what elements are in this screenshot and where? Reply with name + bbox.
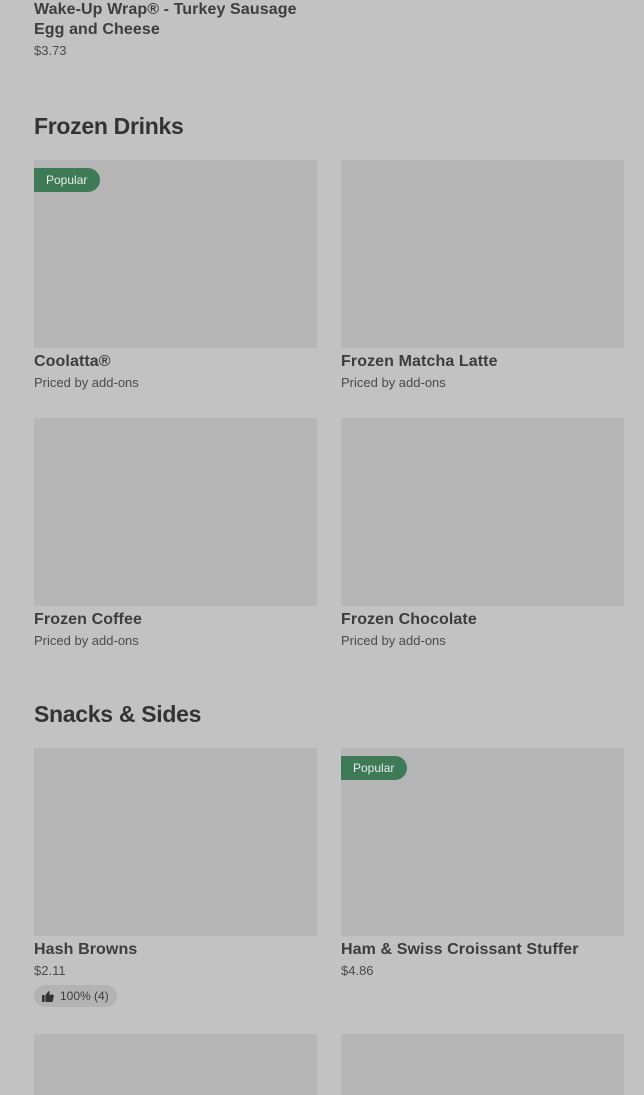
section-title-snacks-sides: Snacks & Sides xyxy=(34,701,202,727)
item-price: Priced by add-ons xyxy=(34,633,139,648)
rating-pill: 100% (4) xyxy=(34,985,117,1007)
item-image: Popular xyxy=(34,160,317,348)
item-price: $3.73 xyxy=(34,43,67,58)
item-price: $2.11 xyxy=(34,963,66,978)
menu-page: Wake-Up Wrap® - Turkey Sausage Egg and C… xyxy=(0,0,644,1095)
popular-badge: Popular xyxy=(341,756,408,780)
menu-item-card[interactable]: Popular Ham & Swiss Croissant Stuffer $4… xyxy=(341,748,624,979)
item-image xyxy=(341,160,624,348)
item-price: $4.86 xyxy=(341,963,374,978)
item-name: Frozen Matcha Latte xyxy=(341,353,498,370)
item-name: Wake-Up Wrap® - Turkey Sausage Egg and C… xyxy=(34,1,297,38)
item-name: Coolatta® xyxy=(34,353,111,370)
item-image xyxy=(341,418,624,606)
rating-text: 100% (4) xyxy=(60,989,109,1003)
thumbs-up-icon xyxy=(42,990,54,1002)
item-image xyxy=(341,1034,624,1095)
menu-item-card[interactable]: Frozen Chocolate Priced by add-ons xyxy=(341,418,624,649)
menu-item-card[interactable] xyxy=(34,1034,317,1095)
menu-item-card[interactable]: Wake-Up Wrap® - Turkey Sausage Egg and C… xyxy=(34,0,324,59)
section-title-frozen-drinks: Frozen Drinks xyxy=(34,113,184,139)
item-name: Frozen Chocolate xyxy=(341,611,477,628)
menu-item-card[interactable]: Hash Browns $2.11 100% (4) xyxy=(34,748,317,1007)
menu-item-card[interactable]: Popular Coolatta® Priced by add-ons xyxy=(34,160,317,391)
item-price: Priced by add-ons xyxy=(341,633,446,648)
item-image xyxy=(34,418,317,606)
item-price: Priced by add-ons xyxy=(341,375,446,390)
item-name: Ham & Swiss Croissant Stuffer xyxy=(341,941,579,958)
item-image xyxy=(34,748,317,936)
menu-item-card[interactable]: Frozen Matcha Latte Priced by add-ons xyxy=(341,160,624,391)
popular-badge: Popular xyxy=(34,168,101,192)
item-name: Frozen Coffee xyxy=(34,611,142,628)
item-image xyxy=(34,1034,317,1095)
item-image: Popular xyxy=(341,748,624,936)
item-price: Priced by add-ons xyxy=(34,375,139,390)
item-name: Hash Browns xyxy=(34,941,138,958)
menu-item-card[interactable] xyxy=(341,1034,624,1095)
menu-item-card[interactable]: Frozen Coffee Priced by add-ons xyxy=(34,418,317,649)
